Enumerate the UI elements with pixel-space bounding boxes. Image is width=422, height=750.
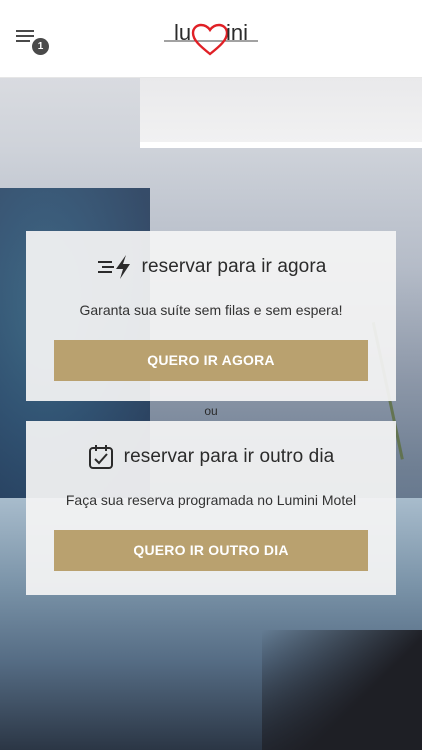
book-later-title: reservar para ir outro dia xyxy=(123,446,335,467)
fast-lightning-icon xyxy=(97,255,130,279)
ceiling xyxy=(140,78,422,148)
heart-icon xyxy=(191,23,229,56)
logo-text-left: lu xyxy=(174,20,191,45)
book-now-card: reservar para ir agora Garanta sua suíte… xyxy=(26,231,396,401)
floor-shadow xyxy=(262,630,422,750)
calendar-check-icon xyxy=(88,445,113,469)
book-later-card: reservar para ir outro dia Faça sua rese… xyxy=(26,421,396,595)
book-later-button[interactable]: QUERO IR OUTRO DIA xyxy=(54,530,368,571)
menu-button[interactable]: 1 xyxy=(16,30,50,56)
book-now-title: reservar para ir agora xyxy=(141,256,327,277)
book-later-title-row: reservar para ir outro dia xyxy=(26,442,396,472)
app-header: 1 lu ini xyxy=(0,0,422,78)
book-now-description: Garanta sua suíte sem filas e sem espera… xyxy=(79,302,343,318)
book-now-title-row: reservar para ir agora xyxy=(26,252,396,282)
book-now-button[interactable]: QUERO IR AGORA xyxy=(54,340,368,381)
book-later-description: Faça sua reserva programada no Lumini Mo… xyxy=(65,492,357,508)
logo-text-right: ini xyxy=(226,20,248,45)
notification-badge: 1 xyxy=(32,38,49,55)
separator-text: ou xyxy=(204,404,218,418)
lumini-logo: lu ini xyxy=(160,16,262,62)
